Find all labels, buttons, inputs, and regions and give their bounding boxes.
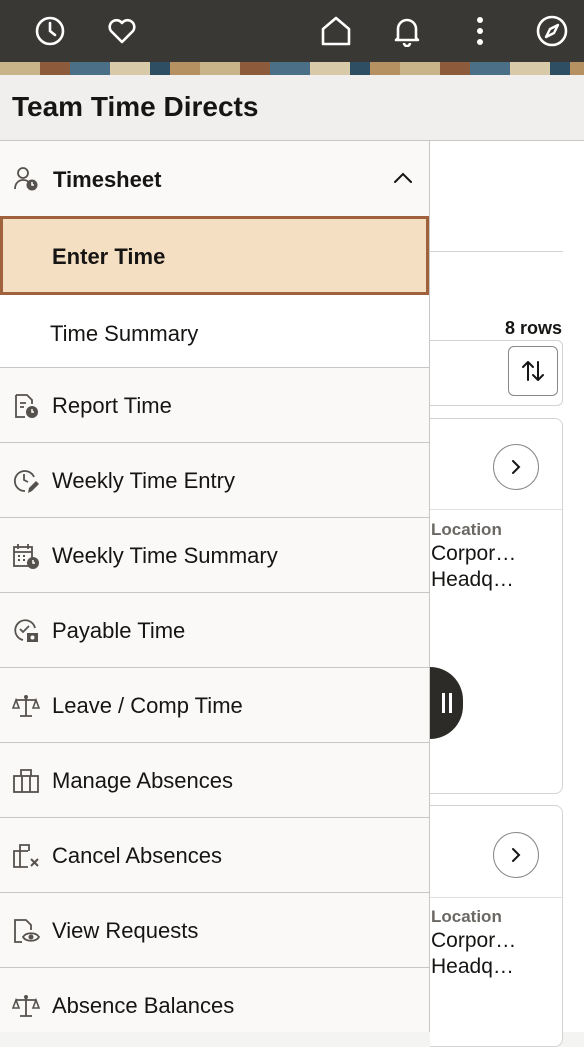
nav-item-cancel-absences[interactable]: Cancel Absences xyxy=(0,817,429,892)
page-title: Team Time Directs xyxy=(12,91,259,122)
absence-balances-icon xyxy=(11,992,41,1020)
nav-item-manage-absences[interactable]: Manage Absences xyxy=(0,742,429,817)
row-count: 8 rows xyxy=(504,318,562,338)
view-requests-icon xyxy=(12,917,41,945)
calendar-clock-icon xyxy=(12,542,40,570)
nav-item-label: Weekly Time Summary xyxy=(52,543,278,568)
chevron-right-icon xyxy=(512,460,521,474)
nav-subitem-time-summary[interactable]: Time Summary xyxy=(0,295,429,367)
nav-subitem-label: Enter Time xyxy=(52,244,166,269)
location-value: Corpor… xyxy=(431,542,517,565)
nav-group-label: Timesheet xyxy=(53,167,162,192)
person-clock-icon xyxy=(12,165,40,193)
nav-item-report-time[interactable]: Report Time xyxy=(0,367,429,442)
card-detail-button[interactable] xyxy=(493,832,539,878)
nav-item-view-requests[interactable]: View Requests xyxy=(0,892,429,967)
nav-subitem-enter-time[interactable]: Enter Time xyxy=(0,216,429,295)
nav-item-payable-time[interactable]: Payable Time xyxy=(0,592,429,667)
page-header: Team Time Directs xyxy=(0,75,584,141)
pause-icon xyxy=(441,693,452,713)
sort-button[interactable] xyxy=(508,346,558,396)
top-bar xyxy=(0,0,584,62)
nav-item-label: Report Time xyxy=(52,393,172,418)
nav-item-label: Weekly Time Entry xyxy=(52,468,235,493)
card-detail-button[interactable] xyxy=(493,444,539,490)
nav-item-label: View Requests xyxy=(52,918,199,943)
report-time-icon xyxy=(12,392,40,420)
location-value: Headq… xyxy=(431,568,514,591)
more-options-icon[interactable] xyxy=(462,13,498,49)
navigator-icon[interactable] xyxy=(534,13,570,49)
nav-subitem-label: Time Summary xyxy=(50,321,199,346)
nav-item-weekly-time-summary[interactable]: Weekly Time Summary xyxy=(0,517,429,592)
nav-item-absence-balances[interactable]: Absence Balances xyxy=(0,967,429,1032)
card-divider xyxy=(430,897,562,898)
nav-item-label: Leave / Comp Time xyxy=(52,693,243,718)
chevron-right-icon xyxy=(512,848,521,862)
location-label: Location xyxy=(431,520,502,539)
nav-item-leave-comp-time[interactable]: Leave / Comp Time xyxy=(0,667,429,742)
recent-history-icon[interactable] xyxy=(32,13,68,49)
weekly-time-entry-icon xyxy=(12,467,40,495)
nav-item-label: Cancel Absences xyxy=(52,843,222,868)
favorites-icon[interactable] xyxy=(104,13,140,49)
cancel-absences-icon xyxy=(12,842,40,870)
location-label: Location xyxy=(431,907,502,926)
list-card[interactable]: Location Corpor… Headq… xyxy=(430,805,563,1047)
chevron-up-icon[interactable] xyxy=(392,167,414,189)
list-card[interactable]: Location Corpor… Headq… xyxy=(430,418,563,794)
location-value: Headq… xyxy=(431,955,514,978)
manage-absences-icon xyxy=(12,767,40,795)
location-value: Corpor… xyxy=(431,929,517,952)
decorative-banner xyxy=(0,62,584,75)
nav-item-label: Absence Balances xyxy=(52,993,235,1018)
nav-item-label: Payable Time xyxy=(52,618,186,643)
scale-icon xyxy=(11,692,41,720)
content-divider xyxy=(430,251,563,252)
card-divider xyxy=(430,509,562,510)
nav-group-timesheet[interactable]: Timesheet xyxy=(0,141,429,216)
nav-item-label: Manage Absences xyxy=(52,768,234,793)
side-navigation: Timesheet Enter Time Time Summary Report… xyxy=(0,141,430,1032)
nav-item-weekly-time-entry[interactable]: Weekly Time Entry xyxy=(0,442,429,517)
sort-icon xyxy=(522,361,544,381)
home-icon[interactable] xyxy=(318,13,354,49)
notifications-icon[interactable] xyxy=(389,13,425,49)
payable-time-icon xyxy=(12,617,40,645)
